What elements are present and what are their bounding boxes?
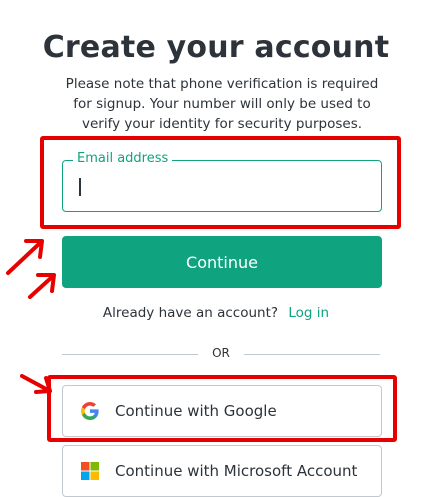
google-button[interactable]: Continue with Google [62,385,382,437]
red-arrow-google [20,374,52,394]
login-prompt: Already have an account? [102,305,279,321]
red-arrows-continue [6,239,56,299]
microsoft-button-label: Continue with Microsoft Account [115,462,358,480]
login-link[interactable]: Log in [288,305,329,321]
divider-label: OR [212,346,230,360]
google-icon [81,402,99,420]
microsoft-icon [81,462,99,480]
divider-left [62,354,198,355]
email-field-box: Email address [62,151,382,212]
page-title: Create your account [42,30,390,65]
page-subtitle: Please note that phone verification is r… [65,76,379,132]
microsoft-button[interactable]: Continue with Microsoft Account [62,445,382,497]
continue-button[interactable]: Continue [62,236,382,288]
login-row: Already have an account? Log in [0,305,432,321]
divider-right [244,354,380,355]
email-field-wrapper: Email address [62,151,382,212]
text-caret [79,178,81,196]
email-field[interactable] [77,172,371,202]
email-field-label: Email address [73,151,173,166]
google-button-label: Continue with Google [115,402,277,420]
